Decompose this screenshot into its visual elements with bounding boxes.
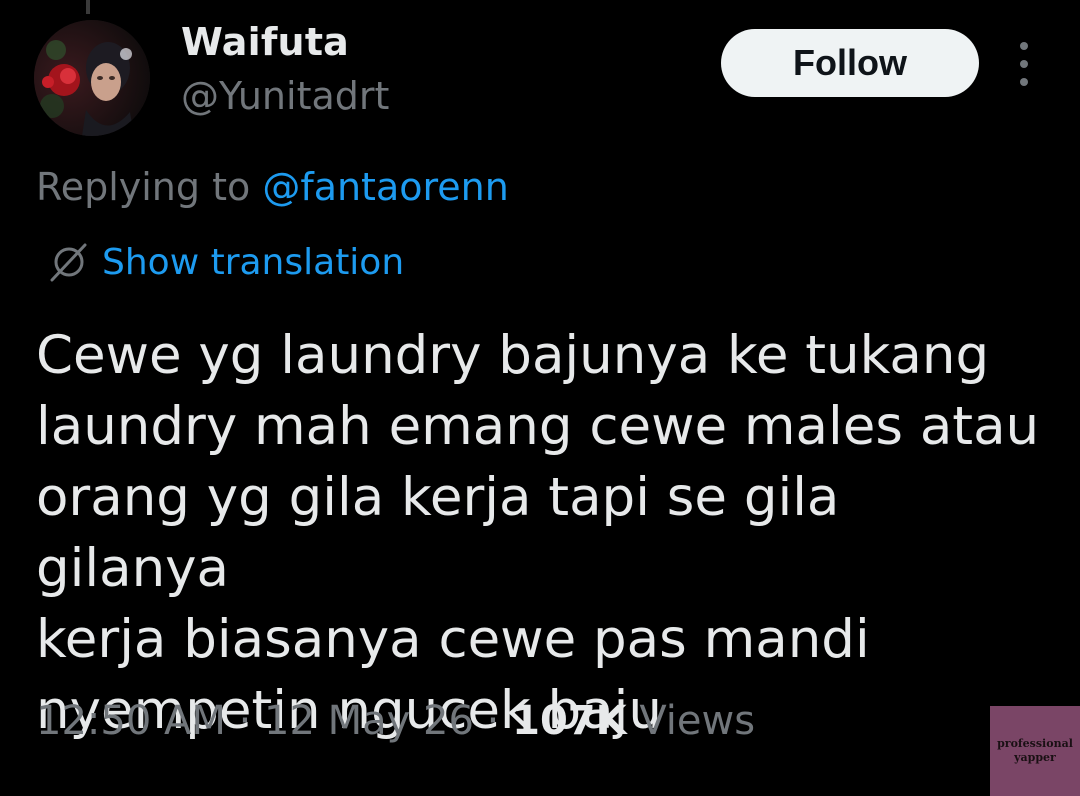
avatar[interactable] — [34, 20, 150, 136]
follow-button[interactable]: Follow — [721, 29, 979, 97]
meta-separator: · — [473, 698, 513, 744]
views-count[interactable]: 107K — [512, 698, 627, 744]
replying-to-line: Replying to @fantaorenn — [36, 165, 509, 209]
more-dot — [1020, 42, 1028, 50]
watermark-logo: professional yapper — [990, 706, 1080, 796]
tweet-time[interactable]: 12:50 AM — [36, 698, 226, 744]
profile-photo-icon — [34, 20, 150, 136]
watermark-line-2: yapper — [1014, 751, 1056, 764]
meta-separator: · — [225, 698, 265, 744]
reply-mention-link[interactable]: @fantaorenn — [262, 165, 509, 209]
show-translation-label: Show translation — [102, 241, 405, 283]
more-dot — [1020, 78, 1028, 86]
watermark-line-1: professional — [997, 737, 1073, 750]
views-label: Views — [626, 698, 756, 744]
more-vertical-icon[interactable] — [1008, 42, 1040, 86]
replying-to-label: Replying to — [36, 165, 263, 209]
thread-connector-line — [86, 0, 90, 14]
tweet-date[interactable]: 12 May 26 — [264, 698, 474, 744]
more-dot — [1020, 60, 1028, 68]
tweet-text: Cewe yg laundry bajunya ke tukang laundr… — [36, 325, 1040, 741]
show-translation-button[interactable]: Show translation — [46, 240, 404, 284]
author-display-name[interactable]: Waifuta — [181, 20, 349, 64]
author-handle[interactable]: @Yunitadrt — [181, 74, 389, 118]
globe-icon — [50, 243, 87, 282]
tweet-meta: 12:50 AM · 12 May 26 · 107K Views — [36, 698, 755, 744]
